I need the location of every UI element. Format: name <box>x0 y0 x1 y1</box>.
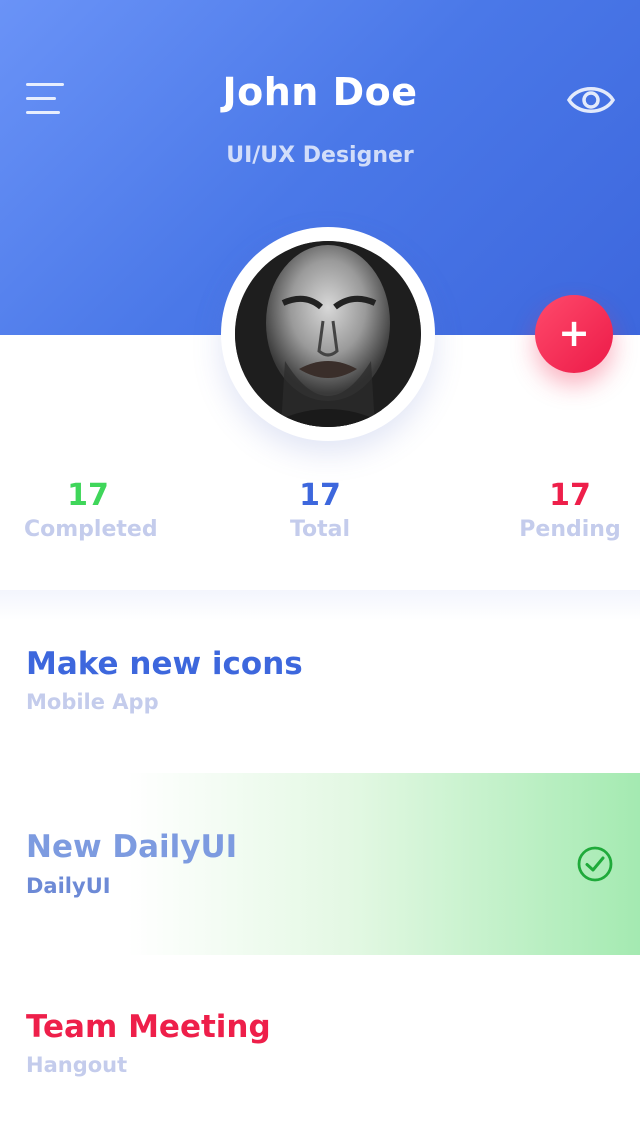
task-subtitle: Hangout <box>26 1053 128 1077</box>
stat-total-value: 17 <box>299 478 341 513</box>
stat-completed: 17 Completed <box>24 478 158 542</box>
task-title: New DailyUI <box>26 829 238 865</box>
stat-pending: 17 Pending <box>510 478 630 542</box>
avatar[interactable] <box>221 227 435 441</box>
eye-icon[interactable] <box>566 78 616 122</box>
task-title: Team Meeting <box>26 1009 271 1045</box>
check-circle-icon[interactable] <box>576 845 614 883</box>
profile-role: UI/UX Designer <box>226 143 414 168</box>
stat-total: 17 Total <box>260 478 380 542</box>
task-item-team-meeting[interactable]: Team Meeting Hangout <box>0 985 640 1105</box>
add-task-button[interactable]: + <box>535 295 613 373</box>
task-item-make-new-icons[interactable]: Make new icons Mobile App <box>0 620 640 770</box>
stat-total-label: Total <box>289 517 351 542</box>
stat-completed-label: Completed <box>24 517 158 542</box>
task-subtitle: Mobile App <box>26 690 159 714</box>
stat-pending-value: 17 <box>549 478 591 513</box>
avatar-photo <box>235 241 421 427</box>
profile-name: John Doe <box>222 70 418 114</box>
task-subtitle: DailyUI <box>26 874 111 898</box>
stat-pending-label: Pending <box>519 517 621 542</box>
task-title: Make new icons <box>26 646 303 682</box>
section-divider <box>0 590 640 620</box>
stat-completed-value: 17 <box>67 478 109 513</box>
task-item-new-dailyui[interactable]: New DailyUI DailyUI <box>0 773 640 955</box>
